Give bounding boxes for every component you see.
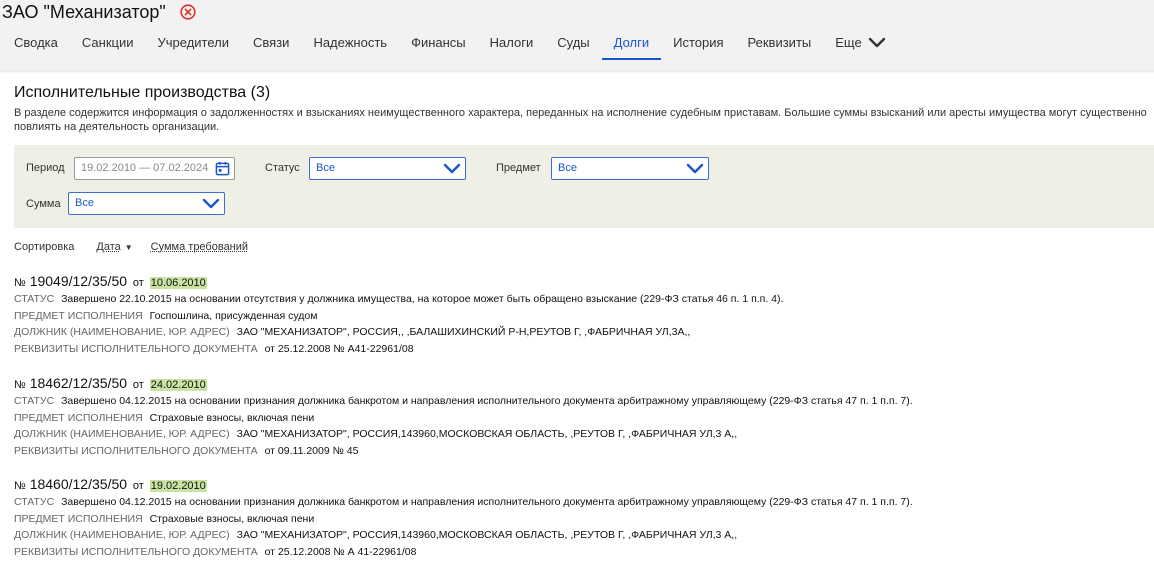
doc-value: от 25.12.2008 № А 41-22961/08 [264, 545, 417, 558]
doc-key: Реквизиты исполнительного документа [14, 545, 258, 558]
record-number-prefix: № [14, 480, 26, 492]
sort-by-date-label: Дата [96, 241, 121, 253]
tab-founders[interactable]: Учредители [146, 26, 242, 60]
tab-requisites[interactable]: Реквизиты [736, 26, 824, 60]
chevron-down-icon [686, 163, 704, 174]
chevron-down-icon [443, 163, 461, 174]
section-description: В разделе содержится информация о задолж… [14, 107, 1147, 133]
record-number-prefix: № [14, 379, 26, 391]
status-value: Завершено 22.10.2015 на основании отсутс… [61, 293, 784, 305]
record-number: 18460/12/35/50 [29, 476, 128, 492]
tab-debts[interactable]: Долги [601, 26, 662, 60]
record-subject-line: Предмет исполнения Страховые взносы, вкл… [14, 511, 1144, 528]
sort-by-date[interactable]: Дата [96, 241, 120, 253]
section-title: Исполнительные производства (3) [14, 84, 271, 101]
enforcement-record: № 18460/12/35/50 от 19.02.2010 Статус За… [14, 474, 1144, 560]
record-date: 10.06.2010 [149, 277, 207, 289]
subject-key: Предмет исполнения [14, 309, 143, 322]
company-header: ЗАО "Механизатор" Сводка Санкции Учредит… [0, 0, 1154, 72]
amount-label: Сумма [26, 198, 61, 210]
calendar-icon[interactable] [215, 161, 230, 176]
subject-key: Предмет исполнения [14, 411, 143, 424]
status-key: Статус [14, 496, 55, 508]
doc-key: Реквизиты исполнительного документа [14, 342, 258, 355]
enforcement-record: № 19049/12/35/50 от 10.06.2010 Статус За… [14, 271, 1144, 357]
record-debtor-line: Должник (наименование, юр. адрес) ЗАО "М… [14, 426, 1144, 443]
close-circle-icon[interactable] [180, 4, 196, 20]
record-status-line: Статус Завершено 04.12.2015 на основании… [14, 494, 1144, 511]
status-value: Все [316, 162, 335, 174]
tab-bar: Сводка Санкции Учредители Связи Надежнос… [0, 26, 898, 60]
tab-connections[interactable]: Связи [241, 26, 301, 60]
subject-value: Госпошлина, присужденная судом [149, 309, 318, 322]
tab-history[interactable]: История [661, 26, 735, 60]
record-number: 18462/12/35/50 [29, 375, 128, 391]
doc-value: от 09.11.2009 № 45 [264, 444, 359, 457]
amount-value: Все [75, 197, 94, 209]
tab-more[interactable]: Еще [823, 26, 897, 60]
period-input[interactable]: 19.02.2010 — 07.02.2024 [74, 157, 235, 180]
status-value: Завершено 04.12.2015 на основании призна… [61, 395, 913, 407]
status-select[interactable]: Все [309, 157, 466, 180]
record-number: 19049/12/35/50 [29, 273, 128, 289]
status-key: Статус [14, 293, 55, 305]
status-label: Статус [265, 162, 300, 174]
record-status-line: Статус Завершено 22.10.2015 на основании… [14, 291, 1144, 308]
debtor-key: Должник (наименование, юр. адрес) [14, 529, 230, 541]
tab-more-label: Еще [835, 35, 862, 50]
status-value: Завершено 04.12.2015 на основании призна… [61, 496, 913, 508]
debtor-key: Должник (наименование, юр. адрес) [14, 428, 230, 440]
debtor-value: ЗАО "МЕХАНИЗАТОР", РОССИЯ,, ,БАЛАШИХИНСК… [236, 326, 691, 338]
chevron-down-icon [202, 198, 220, 209]
header-divider [0, 70, 1154, 74]
debtor-value: ЗАО "МЕХАНИЗАТОР", РОССИЯ,143960,МОСКОВС… [236, 529, 738, 541]
period-label: Период [26, 162, 65, 174]
record-subject-line: Предмет исполнения Госпошлина, присужден… [14, 308, 1144, 325]
record-date: 24.02.2010 [149, 379, 207, 391]
chevron-down-icon [868, 37, 885, 48]
record-date-prefix: от [132, 379, 144, 391]
sort-by-amount[interactable]: Сумма требований [151, 241, 248, 253]
record-number-prefix: № [14, 277, 26, 289]
period-value: 19.02.2010 — 07.02.2024 [81, 162, 209, 174]
company-title: ЗАО "Механизатор" [2, 2, 166, 22]
tab-taxes[interactable]: Налоги [478, 26, 546, 60]
subject-select[interactable]: Все [551, 157, 709, 180]
tab-summary[interactable]: Сводка [0, 26, 70, 60]
debtor-key: Должник (наименование, юр. адрес) [14, 326, 230, 338]
filters-panel: Период 19.02.2010 — 07.02.2024 Статус Вс… [14, 145, 1154, 228]
record-debtor-line: Должник (наименование, юр. адрес) ЗАО "М… [14, 527, 1144, 544]
record-date-prefix: от [132, 480, 144, 492]
subject-key: Предмет исполнения [14, 512, 143, 525]
debtor-value: ЗАО "МЕХАНИЗАТОР", РОССИЯ,143960,МОСКОВС… [236, 428, 738, 440]
amount-select[interactable]: Все [68, 192, 225, 215]
record-header: № 19049/12/35/50 от 10.06.2010 [14, 271, 1144, 291]
tab-finances[interactable]: Финансы [399, 26, 478, 60]
sort-row: Сортировка Дата ▼ Сумма требований [14, 241, 248, 253]
doc-key: Реквизиты исполнительного документа [14, 444, 258, 457]
subject-label: Предмет [496, 162, 541, 174]
status-key: Статус [14, 395, 55, 407]
record-header: № 18460/12/35/50 от 19.02.2010 [14, 474, 1144, 494]
subject-value: Страховые взносы, включая пени [149, 512, 315, 525]
subject-value: Все [558, 162, 577, 174]
subject-value: Страховые взносы, включая пени [149, 411, 315, 424]
record-date: 19.02.2010 [149, 480, 207, 492]
record-doc-line: Реквизиты исполнительного документа от 2… [14, 544, 1144, 561]
tab-courts[interactable]: Суды [545, 26, 601, 60]
doc-value: от 25.12.2008 № А41-22961/08 [264, 342, 414, 355]
record-doc-line: Реквизиты исполнительного документа от 2… [14, 341, 1144, 358]
caret-down-icon: ▼ [124, 242, 133, 252]
tab-reliability[interactable]: Надежность [301, 26, 399, 60]
record-subject-line: Предмет исполнения Страховые взносы, вкл… [14, 410, 1144, 427]
record-doc-line: Реквизиты исполнительного документа от 0… [14, 443, 1144, 460]
enforcement-record: № 18462/12/35/50 от 24.02.2010 Статус За… [14, 373, 1144, 459]
record-status-line: Статус Завершено 04.12.2015 на основании… [14, 393, 1144, 410]
record-debtor-line: Должник (наименование, юр. адрес) ЗАО "М… [14, 324, 1144, 341]
tab-sanctions[interactable]: Санкции [70, 26, 146, 60]
sort-label: Сортировка [14, 241, 75, 253]
record-header: № 18462/12/35/50 от 24.02.2010 [14, 373, 1144, 393]
record-date-prefix: от [132, 277, 144, 289]
